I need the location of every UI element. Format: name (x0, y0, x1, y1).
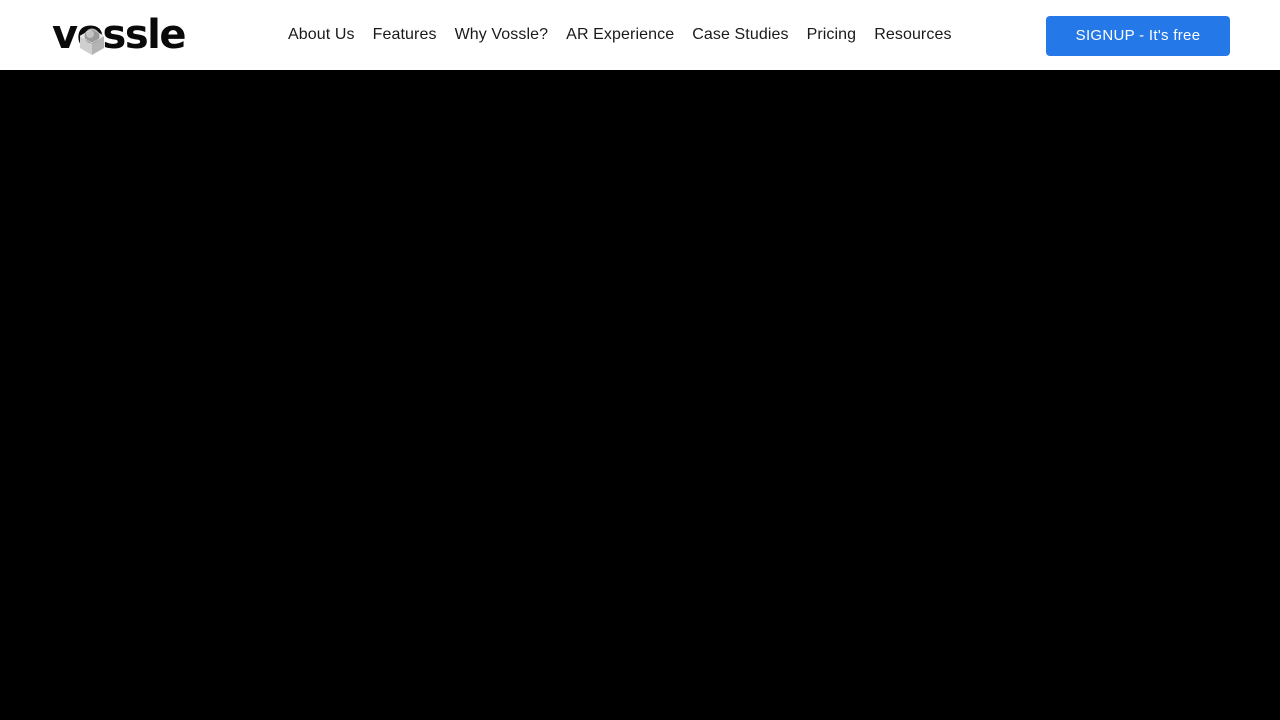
nav-item-features[interactable]: Features (358, 0, 452, 70)
site-header: vossle About Us Features Why Vossle? AR … (0, 0, 1280, 70)
main-navigation: About Us Features Why Vossle? AR Experie… (279, 0, 961, 70)
nav-item-about-us[interactable]: About Us (273, 0, 370, 70)
nav-item-why-vossle[interactable]: Why Vossle? (440, 0, 564, 70)
page-root: vossle About Us Features Why Vossle? AR … (0, 0, 1280, 720)
nav-item-ar-experience[interactable]: AR Experience (551, 0, 689, 70)
signup-button[interactable]: SIGNUP - It's free (1046, 16, 1230, 56)
site-logo[interactable]: vossle (52, 12, 187, 58)
logo-wordmark: vossle (52, 12, 187, 58)
hero-video-placeholder (0, 70, 1280, 720)
hero-section (0, 70, 1280, 720)
nav-item-case-studies[interactable]: Case Studies (677, 0, 803, 70)
nav-item-resources[interactable]: Resources (859, 0, 966, 70)
